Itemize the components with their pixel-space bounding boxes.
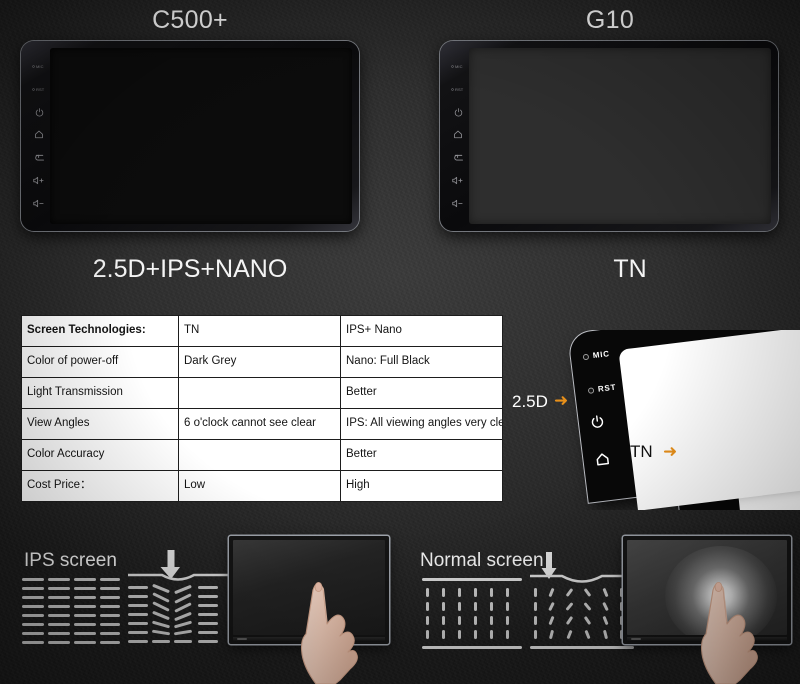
- table-cell: Color of power-off: [21, 346, 179, 378]
- svg-text:MIC: MIC: [36, 64, 44, 69]
- volume-up-icon: [452, 176, 464, 186]
- curvature-illustration: MIC RST MIC RST 2.5D ➜ TN ➜: [508, 330, 800, 510]
- home-icon: [595, 452, 611, 472]
- ips-screen-label: IPS screen: [24, 550, 117, 571]
- power-icon: [454, 107, 463, 117]
- arrow-right-icon: ➜: [663, 442, 678, 461]
- back-icon: [453, 153, 464, 163]
- table-cell: Low: [178, 470, 341, 502]
- head-unit-g10: MIC RST: [440, 41, 778, 231]
- rst-indicator-dot: [587, 387, 595, 394]
- rst-icon: RST: [450, 84, 466, 94]
- power-icon: [590, 414, 605, 433]
- hand-pointing-icon: [686, 574, 768, 684]
- table-cell: Better: [340, 439, 503, 471]
- home-icon: [453, 130, 463, 140]
- table-cell: [178, 439, 341, 471]
- table-cell: Cost Price：: [21, 470, 179, 502]
- table-cell: TN: [178, 315, 341, 347]
- label-tn: TN: [630, 442, 653, 461]
- svg-text:MIC: MIC: [455, 64, 463, 69]
- table-cell: Dark Grey: [178, 346, 341, 378]
- mic-label-25d: MIC: [592, 349, 611, 361]
- volume-down-icon: [33, 198, 45, 208]
- device-corner-25d: MIC RST: [568, 330, 800, 510]
- home-icon: [34, 130, 44, 140]
- table-row: View Angles 6 o'clock cannot see clear I…: [21, 408, 503, 440]
- table-row: Cost Price： Low High: [21, 470, 503, 502]
- screen-panel-c500: [50, 48, 352, 224]
- product-title-c500: C500+: [152, 6, 228, 34]
- svg-text:RST: RST: [36, 87, 45, 92]
- mic-indicator-dot: [582, 353, 590, 361]
- svg-text:RST: RST: [455, 87, 464, 92]
- touch-demo-ips: IPS screen: [0, 520, 400, 684]
- tech-caption-g10: TN: [613, 255, 647, 283]
- table-row: Color of power-off Dark Grey Nano: Full …: [21, 346, 503, 378]
- rst-icon: RST: [31, 84, 47, 94]
- table-cell: High: [340, 470, 503, 502]
- table-row: Color Accuracy Better: [21, 439, 503, 471]
- table-cell: Better: [340, 377, 503, 409]
- device-screen-25d: [618, 330, 800, 510]
- normal-screen-label: Normal screen: [420, 550, 544, 571]
- table-cell: Color Accuracy: [21, 439, 179, 471]
- crystal-grid-ips-flat: [22, 578, 120, 650]
- comparison-table: Screen Technologies: TN IPS+ Nano Color …: [21, 315, 503, 502]
- mic-icon: MIC: [31, 61, 47, 71]
- table-cell: IPS+ Nano: [340, 315, 503, 347]
- table-cell: Screen Technologies:: [21, 315, 179, 347]
- crystal-grid-normal-pressed: [530, 572, 634, 652]
- table-cell: [178, 377, 341, 409]
- table-cell: Light Transmission: [21, 377, 179, 409]
- crystal-grid-normal-flat: [422, 578, 522, 650]
- hand-pointing-icon: [286, 574, 368, 684]
- screen-panel-g10: [469, 48, 771, 224]
- button-column-c500: MIC RST: [28, 48, 50, 224]
- product-title-g10: G10: [585, 6, 635, 34]
- crystal-grid-ips-pressed: [128, 572, 228, 652]
- table-cell: Nano: Full Black: [340, 346, 503, 378]
- head-unit-c500: MIC RST: [21, 41, 359, 231]
- table-cell: IPS: All viewing angles very clear: [340, 408, 503, 440]
- table-cell: 6 o'clock cannot see clear: [178, 408, 341, 440]
- table-row-header: Screen Technologies: TN IPS+ Nano: [21, 315, 503, 347]
- label-25d: 2.5D: [512, 392, 548, 411]
- power-icon: [35, 107, 44, 117]
- tech-caption-c500: 2.5D+IPS+NANO: [92, 255, 288, 283]
- arrow-right-icon: ➜: [554, 391, 569, 410]
- touch-demo-normal: Normal screen: [400, 520, 800, 684]
- volume-down-icon: [452, 198, 464, 208]
- page-root: C500+ G10 MIC RST MIC RST 2.5D+IPS+NANO …: [0, 0, 800, 684]
- volume-up-icon: [33, 176, 45, 186]
- table-row: Light Transmission Better: [21, 377, 503, 409]
- back-icon: [34, 153, 45, 163]
- mic-icon: MIC: [450, 61, 466, 71]
- table-cell: View Angles: [21, 408, 179, 440]
- button-column-g10: MIC RST: [447, 48, 469, 224]
- rst-label-25d: RST: [597, 382, 617, 394]
